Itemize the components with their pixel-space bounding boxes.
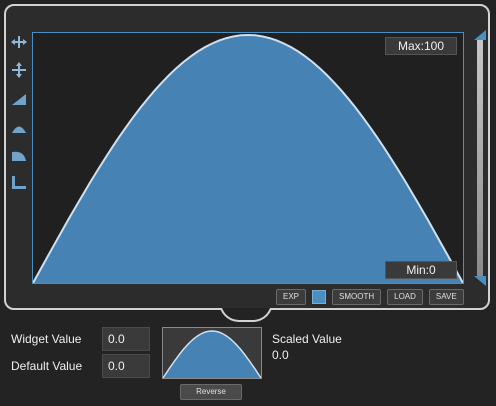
load-button[interactable]: LOAD	[387, 289, 423, 305]
slider-track[interactable]	[477, 38, 483, 278]
preview-fill	[163, 331, 261, 378]
default-value-field[interactable]: 0.0	[102, 354, 150, 378]
move-horizontal-icon[interactable]	[10, 34, 28, 50]
curve-preview	[162, 327, 262, 379]
curve-toggle[interactable]	[312, 290, 327, 304]
widget-value-field[interactable]: 0.0	[102, 327, 150, 351]
reverse-button[interactable]: Reverse	[180, 384, 242, 400]
half-bell-icon[interactable]	[10, 118, 28, 134]
slider-max-handle[interactable]	[474, 30, 486, 40]
quarter-round-icon[interactable]	[10, 146, 28, 162]
curve-preview-plot	[162, 330, 262, 379]
curve-plot[interactable]	[33, 33, 463, 283]
widget-value-label: Widget Value	[11, 332, 82, 346]
save-button[interactable]: SAVE	[428, 289, 464, 305]
curve-tools	[10, 34, 28, 202]
curve-graph[interactable]: Max:100 Min:0	[32, 32, 464, 284]
corner-icon[interactable]	[10, 174, 28, 190]
smooth-button[interactable]: SMOOTH	[332, 289, 382, 305]
curve-buttons: EXP SMOOTH LOAD SAVE	[276, 289, 464, 305]
exp-button[interactable]: EXP	[276, 289, 307, 305]
linear-ramp-icon[interactable]	[10, 90, 28, 106]
curve-fill	[33, 35, 463, 283]
range-slider[interactable]	[474, 30, 486, 286]
scaled-value-label: Scaled Value	[272, 332, 342, 346]
default-value-label: Default Value	[11, 359, 83, 373]
min-label: Min:0	[385, 261, 457, 279]
scaled-value: 0.0	[272, 348, 289, 362]
max-label: Max:100	[385, 37, 457, 55]
slider-min-handle[interactable]	[474, 276, 486, 286]
move-vertical-icon[interactable]	[10, 62, 28, 78]
